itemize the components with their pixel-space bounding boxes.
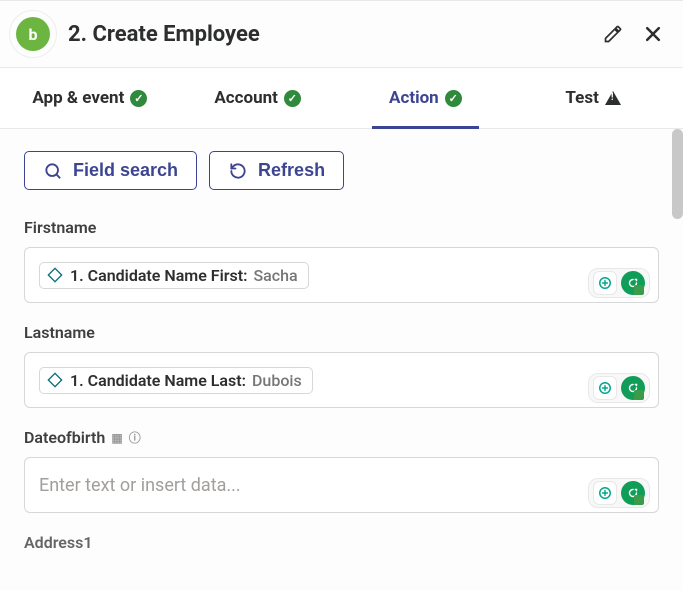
insert-data-icon[interactable] [593, 376, 617, 400]
app-icon: b [16, 17, 50, 51]
check-icon: ✓ [130, 90, 147, 107]
helper-badges [588, 478, 650, 508]
button-label: Field search [73, 160, 178, 181]
status-dot-icon [634, 390, 644, 400]
button-label: Refresh [258, 160, 325, 181]
field-lastname: Lastname 1. Candidate Name Last: Dubois [24, 323, 659, 408]
tab-label: Account [214, 88, 278, 108]
tab-label: App & event [32, 88, 124, 108]
tab-label: Action [389, 88, 439, 108]
check-icon: ✓ [445, 90, 462, 107]
token-label: 1. Candidate Name First: [70, 266, 247, 285]
token-label: 1. Candidate Name Last: [70, 371, 246, 390]
insert-data-icon[interactable] [593, 271, 617, 295]
tab-bar: App & event ✓ Account ✓ Action ✓ Test [0, 67, 683, 129]
field-firstname: Firstname 1. Candidate Name First: Sacha [24, 218, 659, 303]
field-label-text: Dateofbirth [24, 428, 105, 447]
helper-badges [588, 373, 650, 403]
refresh-button[interactable]: Refresh [209, 151, 344, 190]
token-value: Dubois [252, 371, 302, 390]
step-title: 2. Create Employee [64, 22, 589, 47]
mapped-token[interactable]: 1. Candidate Name First: Sacha [39, 262, 309, 289]
lastname-input[interactable]: 1. Candidate Name Last: Dubois [24, 352, 659, 408]
step-header: b 2. Create Employee [0, 1, 683, 67]
field-label-truncated: Address1 [24, 533, 659, 552]
refresh-icon [228, 161, 248, 181]
field-label: Lastname [24, 323, 659, 342]
field-dateofbirth: Dateofbirth ▦ ⓘ Enter text or insert dat… [24, 428, 659, 513]
source-app-icon [46, 371, 64, 389]
search-icon [43, 161, 63, 181]
dateofbirth-input[interactable]: Enter text or insert data... [24, 457, 659, 513]
mapped-token[interactable]: 1. Candidate Name Last: Dubois [39, 367, 313, 394]
status-dot-icon [634, 285, 644, 295]
field-label: Dateofbirth ▦ ⓘ [24, 428, 659, 447]
tab-action[interactable]: Action ✓ [342, 68, 510, 128]
calendar-icon: ▦ [111, 431, 122, 445]
field-search-button[interactable]: Field search [24, 151, 197, 190]
firstname-input[interactable]: 1. Candidate Name First: Sacha [24, 247, 659, 303]
action-form: Field search Refresh Firstname 1. Candid… [0, 129, 683, 555]
tab-account[interactable]: Account ✓ [174, 68, 342, 128]
insert-data-icon[interactable] [593, 481, 617, 505]
rename-icon[interactable] [603, 24, 623, 44]
tab-app-event[interactable]: App & event ✓ [6, 68, 174, 128]
tab-label: Test [565, 88, 598, 108]
close-icon[interactable] [643, 24, 663, 44]
field-label: Firstname [24, 218, 659, 237]
source-app-icon [46, 266, 64, 284]
tab-test[interactable]: Test [509, 68, 677, 128]
help-icon[interactable]: ⓘ [129, 429, 141, 446]
scrollbar[interactable] [672, 129, 683, 219]
status-dot-icon [634, 495, 644, 505]
check-icon: ✓ [284, 90, 301, 107]
warning-icon [605, 91, 621, 105]
placeholder-text: Enter text or insert data... [39, 475, 241, 496]
token-value: Sacha [253, 266, 297, 285]
helper-badges [588, 268, 650, 298]
